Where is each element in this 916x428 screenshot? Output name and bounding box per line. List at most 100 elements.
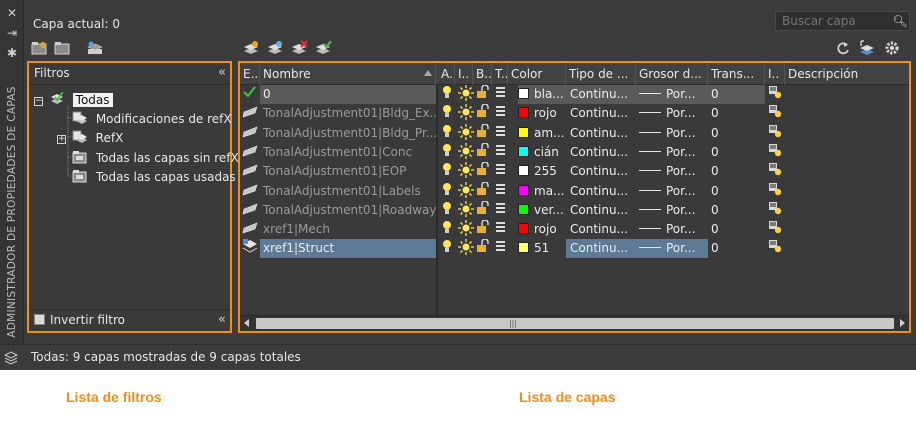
new-vp-freeze-icon[interactable]: [768, 201, 784, 220]
transparency-cell[interactable]: 0: [708, 85, 765, 104]
invert-filter-checkbox[interactable]: [34, 314, 45, 325]
new-property-filter-icon[interactable]: [31, 40, 49, 56]
unlock-icon[interactable]: [476, 220, 491, 239]
column-plot[interactable]: T..: [492, 63, 508, 85]
lightbulb-on-icon[interactable]: [442, 124, 454, 143]
lineweight-cell[interactable]: Por...: [636, 201, 708, 220]
linetype-cell[interactable]: Continu...: [566, 201, 636, 220]
sun-thawed-icon[interactable]: [458, 104, 474, 123]
new-vp-freeze-icon[interactable]: [768, 220, 784, 239]
column-color[interactable]: Color: [508, 63, 566, 85]
layer-row[interactable]: 0 bla... Continu... Por... 0: [240, 85, 909, 104]
column-lock[interactable]: B..: [473, 63, 492, 85]
layer-name[interactable]: TonalAdjustment01|Labels: [260, 182, 436, 201]
new-vp-freeze-icon[interactable]: [768, 143, 784, 162]
color-cell[interactable]: cián: [518, 143, 566, 162]
new-group-filter-icon[interactable]: [54, 40, 72, 56]
column-on[interactable]: A..: [438, 63, 455, 85]
filter-item-xref-changes[interactable]: Modificaciones de refX: [72, 110, 232, 129]
filter-item-no-xref[interactable]: Todas las capas sin refX: [72, 149, 239, 168]
lightbulb-on-icon[interactable]: [442, 162, 454, 181]
column-linetype[interactable]: Tipo de ...: [566, 63, 636, 85]
search-icon[interactable]: 🔍︎: [892, 13, 908, 29]
layer-status-icon[interactable]: [242, 85, 260, 104]
lightbulb-on-icon[interactable]: [442, 201, 454, 220]
column-transparency[interactable]: Trans...: [708, 63, 765, 85]
layer-row[interactable]: TonalAdjustment01|Roadway ver... Continu..…: [240, 200, 909, 220]
scroll-right-icon[interactable]: [900, 319, 905, 327]
linetype-cell[interactable]: Continu...: [566, 182, 636, 201]
close-icon[interactable]: ✕: [5, 6, 19, 20]
unlock-icon[interactable]: [476, 181, 491, 201]
transparency-cell[interactable]: 0: [708, 182, 765, 201]
search-layer-input[interactable]: [775, 11, 910, 31]
sun-thawed-icon[interactable]: [458, 239, 474, 258]
layer-settings-icon[interactable]: [858, 40, 876, 56]
lightbulb-on-icon[interactable]: [442, 85, 454, 104]
layer-row[interactable]: xref1|Mech rojo Continu... Por... 0: [240, 220, 909, 239]
linetype-cell[interactable]: Continu...: [566, 220, 636, 239]
lightbulb-on-icon[interactable]: [442, 220, 454, 239]
transparency-cell[interactable]: 0: [708, 220, 765, 239]
layer-row[interactable]: xref1|Struct 51 Continu... Por... 0: [240, 239, 909, 259]
layer-status-icon[interactable]: [242, 201, 260, 220]
sun-thawed-icon[interactable]: [458, 220, 474, 239]
layer-status-icon[interactable]: [242, 143, 260, 162]
printer-icon[interactable]: [495, 143, 507, 162]
printer-icon[interactable]: [495, 201, 507, 220]
layer-name[interactable]: TonalAdjustment01|Conc: [260, 143, 436, 162]
lineweight-cell[interactable]: Por...: [636, 143, 708, 162]
column-status[interactable]: E..: [240, 63, 260, 85]
scroll-left-icon[interactable]: [244, 319, 249, 327]
color-cell[interactable]: ver...: [518, 201, 566, 220]
layer-status-icon[interactable]: [242, 104, 260, 123]
lineweight-cell[interactable]: Por...: [636, 104, 708, 123]
layer-status-icon[interactable]: [242, 239, 260, 258]
lineweight-cell[interactable]: Por...: [636, 239, 708, 259]
color-cell[interactable]: 255: [518, 162, 566, 181]
transparency-cell[interactable]: 0: [708, 124, 765, 143]
color-cell[interactable]: 51: [518, 239, 566, 258]
new-layer-icon[interactable]: [242, 40, 260, 56]
printer-icon[interactable]: [495, 182, 507, 201]
collapse-toggle[interactable]: −: [34, 97, 43, 106]
new-layer-frozen-icon[interactable]: [266, 40, 284, 56]
scrollbar-thumb[interactable]: |||: [256, 318, 894, 329]
printer-icon[interactable]: [495, 162, 507, 181]
lineweight-cell[interactable]: Por...: [636, 182, 708, 201]
layer-row[interactable]: TonalAdjustment01|Bldg_Ex... rojo Continu.…: [240, 104, 909, 123]
lineweight-cell[interactable]: Por...: [636, 85, 708, 104]
layer-status-icon[interactable]: [242, 124, 260, 143]
layer-row[interactable]: TonalAdjustment01|Conc cián Continu... Por.…: [240, 142, 909, 162]
layer-status-icon[interactable]: [242, 220, 260, 239]
layer-status-icon[interactable]: [242, 162, 260, 181]
sun-thawed-icon[interactable]: [458, 181, 474, 201]
unlock-icon[interactable]: [476, 162, 491, 181]
new-vp-freeze-icon[interactable]: [768, 182, 784, 201]
linetype-cell[interactable]: Continu...: [566, 104, 636, 123]
unlock-icon[interactable]: [476, 104, 491, 123]
color-cell[interactable]: ma...: [518, 182, 566, 201]
layer-row[interactable]: TonalAdjustment01|EOP 255 Continu... Por...…: [240, 162, 909, 181]
column-freeze[interactable]: I..: [455, 63, 473, 85]
layer-status-icon[interactable]: [242, 182, 260, 201]
printer-icon[interactable]: [495, 220, 507, 239]
new-vp-freeze-icon[interactable]: [768, 104, 784, 123]
sun-thawed-icon[interactable]: [458, 142, 474, 162]
layer-name[interactable]: 0: [260, 85, 436, 104]
new-vp-freeze-icon[interactable]: [768, 162, 784, 181]
sun-thawed-icon[interactable]: [458, 85, 474, 104]
linetype-cell[interactable]: Continu...: [566, 143, 636, 162]
transparency-cell[interactable]: 0: [708, 104, 765, 123]
layer-name[interactable]: xref1|Struct: [260, 239, 436, 259]
linetype-cell[interactable]: Continu...: [566, 239, 636, 259]
lineweight-cell[interactable]: Por...: [636, 124, 708, 143]
sun-thawed-icon[interactable]: [458, 200, 474, 220]
layer-states-manager-icon[interactable]: [86, 40, 104, 56]
linetype-cell[interactable]: Continu...: [566, 124, 636, 143]
delete-layer-icon[interactable]: [290, 40, 308, 56]
sun-thawed-icon[interactable]: [458, 123, 474, 143]
transparency-cell[interactable]: 0: [708, 239, 765, 258]
sun-thawed-icon[interactable]: [458, 162, 474, 181]
unlock-icon[interactable]: [476, 142, 491, 162]
